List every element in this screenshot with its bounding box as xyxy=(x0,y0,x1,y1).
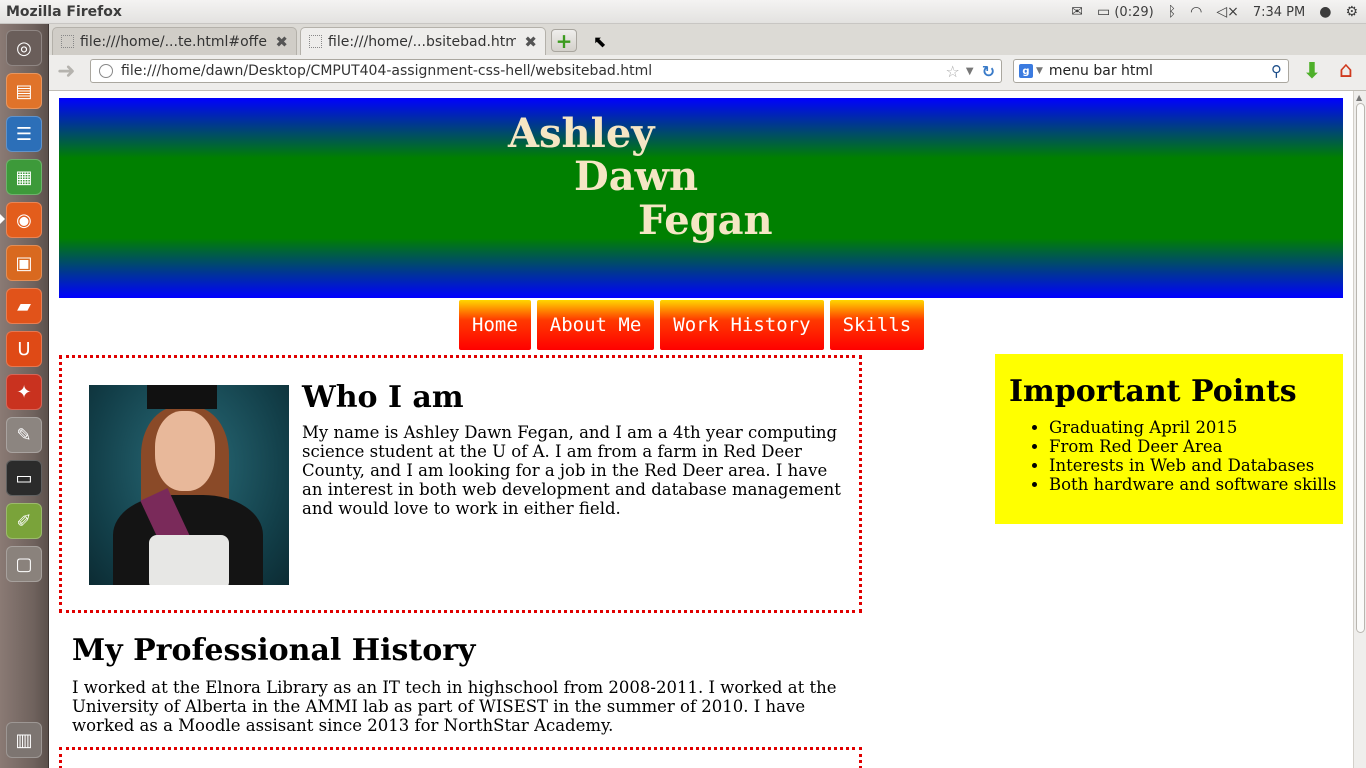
firefox-icon[interactable]: ◉ xyxy=(6,202,42,238)
graduation-photo xyxy=(89,385,289,585)
back-button[interactable]: ➜ xyxy=(57,61,79,85)
menu-skills-button[interactable]: Skills xyxy=(829,300,925,350)
search-input[interactable]: menu bar html xyxy=(1049,63,1271,79)
page-viewport: Ashley Dawn Fegan Home About Me Work His… xyxy=(49,91,1353,768)
header-name-middle: Dawn xyxy=(574,153,699,200)
dash-icon[interactable]: ◎ xyxy=(6,30,42,66)
history-text: I worked at the Elnora Library as an IT … xyxy=(72,678,837,735)
who-section: Who I am My name is Ashley Dawn Fegan, a… xyxy=(59,355,862,613)
who-title: Who I am xyxy=(302,380,464,415)
tab-label: file:///home/...te.html#offer xyxy=(80,33,268,50)
terminal-icon[interactable]: ▭ xyxy=(6,460,42,496)
workspaces-icon[interactable]: ▢ xyxy=(6,546,42,582)
plus-icon: + xyxy=(555,28,573,53)
launcher: ◎ ▤ ☰ ▦ ◉ ▣ ▰ U ✦ ✎ ▭ ✐ ▢ ▥ xyxy=(0,24,49,768)
power-gear-icon[interactable]: ⚙ xyxy=(1345,4,1358,20)
wifi-icon[interactable]: ◠ xyxy=(1190,4,1202,20)
header-name-last: Fegan xyxy=(638,197,773,244)
battery-icon: ▭ xyxy=(1096,4,1111,20)
close-tab-icon[interactable]: ✖ xyxy=(275,33,288,51)
points-item: From Red Deer Area xyxy=(1049,437,1336,456)
tab-websitebad[interactable]: file:///home/...bsitebad.html ✖ xyxy=(300,27,546,55)
next-section-box xyxy=(59,747,862,768)
page-favicon-icon xyxy=(61,35,74,48)
photo-laptop xyxy=(149,535,229,585)
tab-label: file:///home/...bsitebad.html xyxy=(328,33,517,50)
navigation-bar: ➜ file:///home/dawn/Desktop/CMPUT404-ass… xyxy=(49,55,1366,91)
scroll-up-icon[interactable]: ▲ xyxy=(1356,93,1362,102)
writer-icon[interactable]: ☰ xyxy=(6,116,42,152)
home-icon[interactable]: ⌂ xyxy=(1333,58,1359,84)
engine-dropdown-icon[interactable]: ▼ xyxy=(1036,66,1043,76)
indicator-area: ✉ ▭ (0:29) ᛒ ◠ ◁× 7:34 PM ● ⚙ xyxy=(1071,0,1358,24)
scroll-thumb[interactable] xyxy=(1356,103,1365,633)
points-item: Interests in Web and Databases xyxy=(1049,456,1336,475)
points-item: Both hardware and software skills xyxy=(1049,475,1336,494)
points-title: Important Points xyxy=(1009,374,1297,409)
important-points-box: Important Points Graduating April 2015 F… xyxy=(995,354,1343,524)
menu-bar: Home About Me Work History Skills xyxy=(459,300,925,350)
search-icon[interactable]: ⚲ xyxy=(1271,62,1282,80)
impress-icon[interactable]: ▣ xyxy=(6,245,42,281)
bookmark-star-icon[interactable]: ☆ xyxy=(946,62,960,81)
bluetooth-icon[interactable]: ᛒ xyxy=(1168,4,1176,20)
app-title: Mozilla Firefox xyxy=(6,3,122,20)
user-icon[interactable]: ● xyxy=(1319,4,1331,20)
history-title: My Professional History xyxy=(72,633,476,668)
url-bar[interactable]: file:///home/dawn/Desktop/CMPUT404-assig… xyxy=(90,59,1002,83)
points-list: Graduating April 2015 From Red Deer Area… xyxy=(1049,418,1336,494)
photo-cap xyxy=(147,385,217,409)
page-header: Ashley Dawn Fegan xyxy=(59,98,1343,298)
url-text[interactable]: file:///home/dawn/Desktop/CMPUT404-assig… xyxy=(121,63,946,79)
points-item: Graduating April 2015 xyxy=(1049,418,1336,437)
calc-icon[interactable]: ▦ xyxy=(6,159,42,195)
draw-icon[interactable]: ✐ xyxy=(6,503,42,539)
trash-icon[interactable]: ▥ xyxy=(6,722,42,758)
close-tab-icon[interactable]: ✖ xyxy=(524,33,537,51)
google-icon[interactable]: g xyxy=(1019,64,1033,78)
volume-muted-icon[interactable]: ◁× xyxy=(1216,4,1239,20)
text-editor-icon[interactable]: ✎ xyxy=(6,417,42,453)
active-pip xyxy=(0,214,5,224)
page-favicon-icon xyxy=(309,35,322,48)
search-bar[interactable]: g ▼ menu bar html ⚲ xyxy=(1013,59,1289,83)
downloads-icon[interactable]: ⬇ xyxy=(1301,59,1323,84)
header-name-first: Ashley xyxy=(508,110,655,157)
menu-home-button[interactable]: Home xyxy=(459,300,531,350)
top-panel: Mozilla Firefox ✉ ▭ (0:29) ᛒ ◠ ◁× 7:34 P… xyxy=(0,0,1366,24)
tab-strip: file:///home/...te.html#offer ✖ file:///… xyxy=(49,24,1366,55)
ubuntu-one-icon[interactable]: U xyxy=(6,331,42,367)
files-icon[interactable]: ▤ xyxy=(6,73,42,109)
vertical-scrollbar[interactable]: ▲ xyxy=(1353,91,1366,768)
battery-indicator[interactable]: ▭ (0:29) xyxy=(1097,4,1154,20)
url-history-dropdown-icon[interactable]: ▼ xyxy=(966,66,974,77)
battery-time: (0:29) xyxy=(1114,5,1154,20)
menu-about-button[interactable]: About Me xyxy=(536,300,655,350)
settings-icon[interactable]: ✦ xyxy=(6,374,42,410)
who-text: My name is Ashley Dawn Fegan, and I am a… xyxy=(302,423,841,518)
mouse-cursor-icon: ⬉ xyxy=(593,32,607,51)
tab-offer[interactable]: file:///home/...te.html#offer ✖ xyxy=(52,27,297,55)
clock[interactable]: 7:34 PM xyxy=(1253,5,1305,20)
reload-icon[interactable]: ↻ xyxy=(982,62,995,81)
mail-icon[interactable]: ✉ xyxy=(1071,4,1083,20)
menu-work-history-button[interactable]: Work History xyxy=(660,300,824,350)
photo-face xyxy=(155,411,215,491)
globe-icon xyxy=(99,64,113,78)
new-tab-button[interactable]: + xyxy=(551,28,577,53)
software-center-icon[interactable]: ▰ xyxy=(6,288,42,324)
